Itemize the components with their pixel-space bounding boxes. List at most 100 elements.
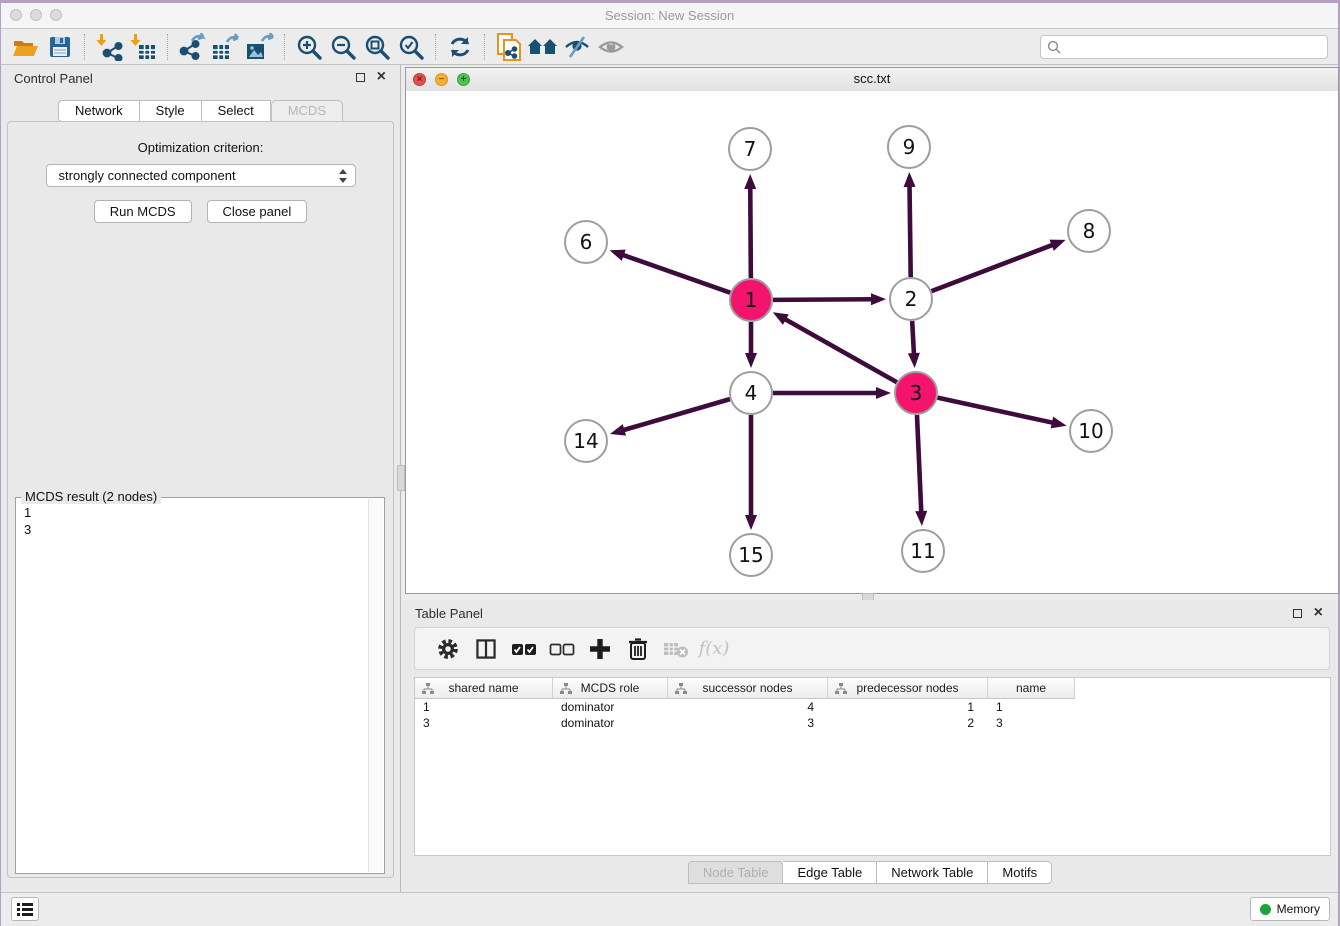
- table-row[interactable]: 1dominator411: [415, 699, 1330, 715]
- show-all-button[interactable]: [594, 32, 628, 62]
- delete-column-button[interactable]: [619, 634, 657, 664]
- graph-edge-1-7[interactable]: [750, 187, 751, 278]
- nested-network-button[interactable]: [526, 32, 560, 62]
- graph-node-label: 10: [1078, 419, 1103, 443]
- zoom-selected-button[interactable]: [394, 32, 428, 62]
- select-all-button[interactable]: [505, 634, 543, 664]
- graph-edge-3-10[interactable]: [937, 398, 1053, 423]
- table-tabs: Node TableEdge TableNetwork TableMotifs: [402, 861, 1338, 884]
- apply-function-button[interactable]: f(x): [695, 634, 733, 664]
- zoom-out-button[interactable]: [326, 32, 360, 62]
- graph-edge-2-9[interactable]: [910, 185, 911, 277]
- graph-edge-1-6[interactable]: [622, 255, 730, 293]
- run-mcds-button[interactable]: Run MCDS: [94, 200, 192, 223]
- task-history-button[interactable]: [11, 897, 39, 921]
- table-cell[interactable]: dominator: [553, 699, 668, 715]
- export-image-button[interactable]: [243, 32, 277, 62]
- search-field[interactable]: [1040, 35, 1328, 59]
- graph-edge-3-1[interactable]: [784, 319, 897, 383]
- main-area: Control Panel × NetworkStyleSelectMCDS O…: [1, 65, 1338, 893]
- column-header-label: successor nodes: [702, 681, 792, 695]
- hierarchy-icon: [560, 683, 572, 694]
- graph-edge-2-8[interactable]: [932, 245, 1054, 292]
- hierarchy-icon: [675, 683, 687, 694]
- export-network-button[interactable]: [175, 32, 209, 62]
- hide-selected-button[interactable]: [560, 32, 594, 62]
- show-column-button[interactable]: [467, 634, 505, 664]
- graph-node-label: 7: [744, 137, 757, 161]
- graph-edge-arrowhead: [610, 250, 626, 261]
- table-cell[interactable]: 3: [988, 715, 1075, 731]
- table-tab-motifs[interactable]: Motifs: [988, 861, 1052, 884]
- graph-edge-2-3[interactable]: [912, 321, 914, 355]
- import-network-icon: [95, 33, 123, 61]
- graph-edge-4-14[interactable]: [622, 399, 729, 430]
- search-input[interactable]: [1065, 38, 1321, 55]
- table-cell[interactable]: 3: [668, 715, 828, 731]
- zoom-fit-button[interactable]: [360, 32, 394, 62]
- control-panel-tabs: NetworkStyleSelectMCDS: [1, 100, 400, 122]
- network-canvas[interactable]: 7968124314101511: [406, 91, 1338, 593]
- close-panel-button[interactable]: Close panel: [207, 200, 308, 223]
- control-panel-title: Control Panel: [14, 71, 93, 86]
- table-settings-button[interactable]: [429, 634, 467, 664]
- table-cell[interactable]: 1: [828, 699, 988, 715]
- column-header-label: MCDS role: [581, 681, 640, 695]
- table-cell[interactable]: dominator: [553, 715, 668, 731]
- table-cell[interactable]: 1: [415, 699, 553, 715]
- import-network-button[interactable]: [92, 32, 126, 62]
- float-panel-icon[interactable]: [356, 73, 365, 82]
- main-toolbar: [1, 29, 1338, 65]
- graph-edge-arrowhead: [871, 293, 886, 305]
- table-tab-edge-table[interactable]: Edge Table: [783, 861, 877, 884]
- result-scrollbar[interactable]: [368, 499, 383, 872]
- table-tab-node-table[interactable]: Node Table: [688, 861, 784, 884]
- search-icon: [1047, 40, 1061, 54]
- column-header-successor-nodes[interactable]: successor nodes: [668, 678, 828, 699]
- graph-edge-arrowhead: [745, 353, 757, 368]
- mcds-buttons-row: Run MCDS Close panel: [8, 200, 393, 223]
- table-cell[interactable]: 4: [668, 699, 828, 715]
- table-cell[interactable]: 1: [988, 699, 1075, 715]
- control-tab-style[interactable]: Style: [140, 100, 202, 122]
- table-panel-title: Table Panel: [415, 606, 483, 621]
- import-table-icon: [129, 33, 157, 61]
- add-column-button[interactable]: [581, 634, 619, 664]
- float-table-panel-icon[interactable]: [1293, 609, 1302, 618]
- delete-table-button[interactable]: [657, 634, 695, 664]
- graph-node-label: 4: [745, 381, 758, 405]
- import-table-button[interactable]: [126, 32, 160, 62]
- zoom-in-button[interactable]: [292, 32, 326, 62]
- column-header-MCDS-role[interactable]: MCDS role: [553, 678, 668, 699]
- table-tab-network-table[interactable]: Network Table: [877, 861, 988, 884]
- status-bar: Memory: [1, 892, 1338, 926]
- column-header-name[interactable]: name: [988, 678, 1075, 699]
- control-tab-mcds[interactable]: MCDS: [271, 100, 343, 122]
- mcds-result-list[interactable]: 1 3: [16, 500, 368, 873]
- graph-edge-3-11[interactable]: [917, 415, 921, 513]
- save-session-button[interactable]: [43, 32, 77, 62]
- two-houses-icon: [527, 34, 559, 60]
- open-session-button[interactable]: [9, 32, 43, 62]
- refresh-layout-button[interactable]: [443, 32, 477, 62]
- control-tab-select[interactable]: Select: [202, 100, 271, 122]
- table-cell[interactable]: 3: [415, 715, 553, 731]
- clone-network-icon: [495, 32, 523, 62]
- export-table-button[interactable]: [209, 32, 243, 62]
- table-row[interactable]: 3dominator323: [415, 715, 1330, 731]
- close-table-panel-icon[interactable]: ×: [1314, 604, 1323, 622]
- table-cell[interactable]: 2: [828, 715, 988, 731]
- memory-button[interactable]: Memory: [1250, 897, 1330, 921]
- graph-edge-arrowhead: [1049, 240, 1065, 251]
- column-header-predecessor-nodes[interactable]: predecessor nodes: [828, 678, 988, 699]
- column-header-shared-name[interactable]: shared name: [415, 678, 553, 699]
- control-tab-network[interactable]: Network: [58, 100, 140, 122]
- close-panel-icon[interactable]: ×: [377, 68, 386, 86]
- toolbar-separator: [167, 34, 168, 60]
- toolbar-separator: [284, 34, 285, 60]
- criterion-select[interactable]: strongly connected component: [46, 164, 356, 187]
- graph-edge-1-2[interactable]: [773, 299, 873, 300]
- unselect-all-button[interactable]: [543, 634, 581, 664]
- memory-status-dot: [1260, 904, 1271, 915]
- clone-network-button[interactable]: [492, 32, 526, 62]
